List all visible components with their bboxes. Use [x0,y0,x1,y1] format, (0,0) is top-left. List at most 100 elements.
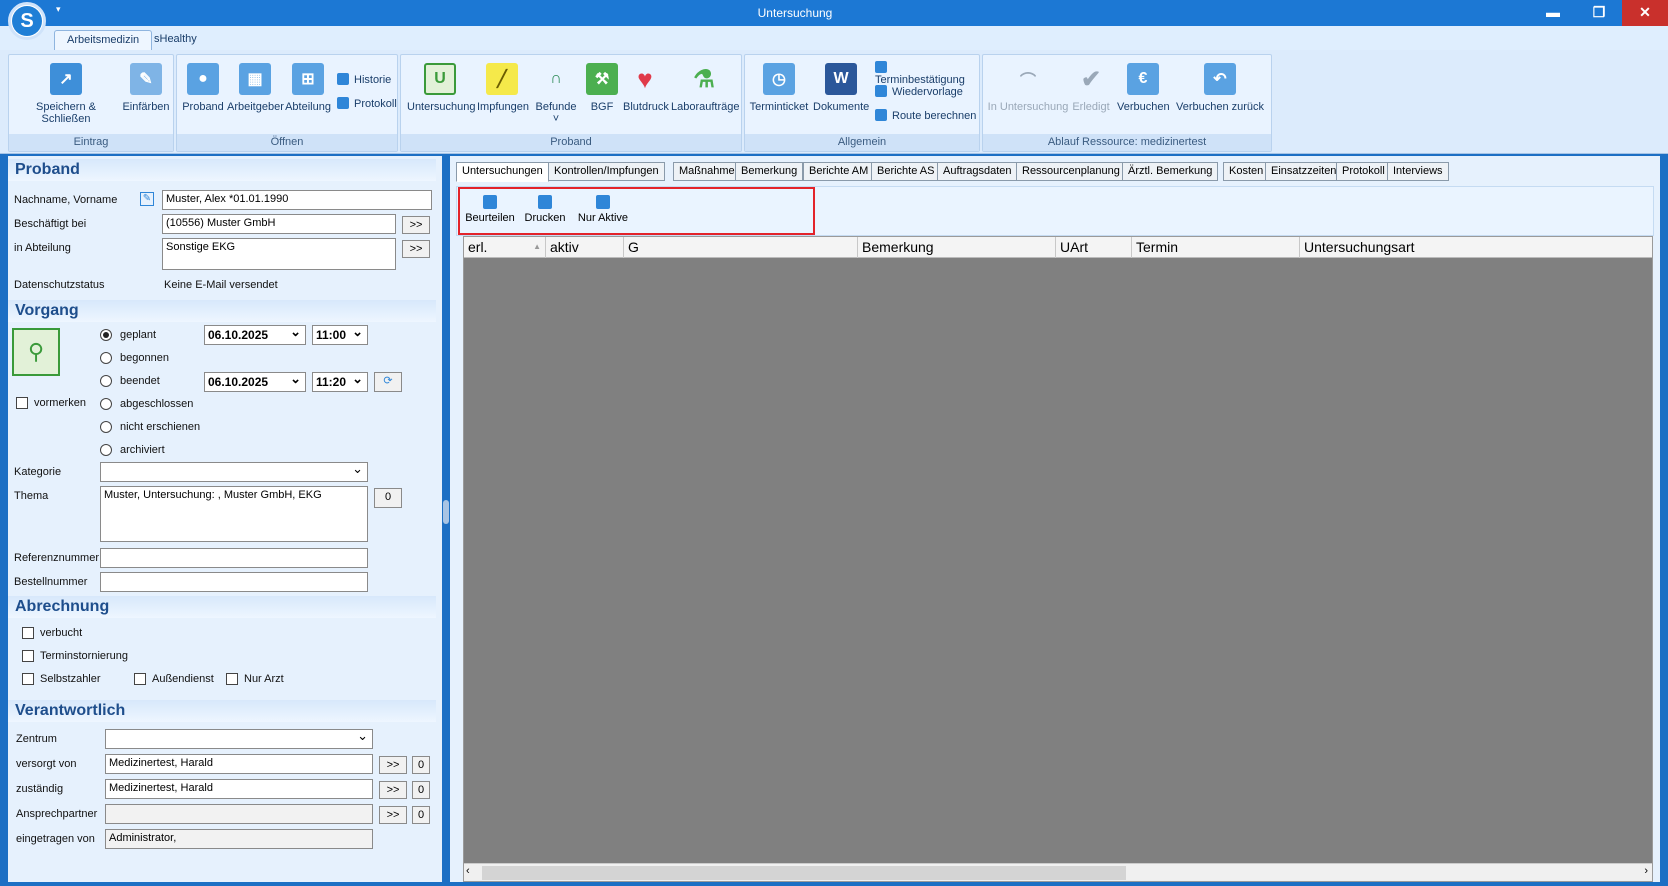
examination-button[interactable]: U Untersuchung [407,63,476,113]
quick-access-dropdown[interactable]: ▾ [56,4,61,15]
planned-time-select[interactable]: 11:00 [312,324,368,345]
column-header-g[interactable]: G [624,237,858,258]
tab-bemerkung[interactable]: Bemerkung [735,162,804,181]
status-radio-closed[interactable] [100,398,112,410]
lab-orders-button[interactable]: ⚗ Laboraufträge [671,63,740,114]
status-label: archiviert [120,444,165,456]
horizontal-scrollbar[interactable]: ‹ › [464,863,1652,881]
edit-icon[interactable]: ✎ [140,192,154,206]
tab-berichte-as[interactable]: Berichte AS [871,162,941,181]
status-radio-noshow[interactable] [100,421,112,433]
tab-arbeitsmedizin[interactable]: Arbeitsmedizin [54,30,153,50]
topic-count[interactable]: 0 [374,488,402,508]
column-header-aktiv[interactable]: aktiv [546,237,624,258]
cared-more-button[interactable]: >> [379,756,407,774]
cared-field[interactable]: Medizinertest, Harald [105,754,373,774]
status-radio-ended[interactable] [100,375,112,387]
documents-button[interactable]: W Dokumente [813,63,869,113]
contact-field[interactable] [105,804,373,824]
tab-einsatzzeiten[interactable]: Einsatzzeiten [1265,162,1343,181]
grid-header: erl. ▲ aktiv G Bemerkung UArt Termin Unte… [464,237,1652,258]
center-select[interactable] [105,728,373,749]
ticket-button[interactable]: ◷ Terminticket [749,63,809,113]
booked-checkbox[interactable] [22,627,34,639]
tab-shealthy[interactable]: sHealthy [142,30,209,50]
department-button[interactable]: ⊞ Abteilung [285,63,331,113]
tab-interviews[interactable]: Interviews [1387,162,1449,181]
employer-more-button[interactable]: >> [402,216,430,234]
book-back-button[interactable]: ↶ Verbuchen zurück [1173,63,1267,113]
refresh-button[interactable]: ⟳ [374,372,402,392]
status-radio-planned[interactable] [100,329,112,341]
tab-kontrollen[interactable]: Kontrollen/Impfungen [548,162,665,181]
end-time-select[interactable]: 11:20 [312,371,368,392]
order-field[interactable] [100,572,368,592]
status-radio-archived[interactable] [100,444,112,456]
category-select[interactable] [100,461,368,482]
splitter-handle[interactable] [443,500,449,524]
responsible-field[interactable]: Medizinertest, Harald [105,779,373,799]
doctor-only-label: Nur Arzt [244,673,284,685]
scroll-left-arrow-icon[interactable]: ‹ [466,865,470,877]
contact-count[interactable]: 0 [412,806,430,824]
route-button[interactable]: Route berechnen [875,109,976,122]
tab-protokoll[interactable]: Protokoll [1336,162,1391,181]
bgf-button[interactable]: ⚒ BGF [585,63,619,113]
vaccination-button[interactable]: ╱ Impfungen [477,63,529,113]
contact-more-button[interactable]: >> [379,806,407,824]
reserve-checkbox[interactable] [16,397,28,409]
tab-kosten[interactable]: Kosten [1223,162,1270,181]
dept-more-button[interactable]: >> [402,240,430,258]
employer-field[interactable]: (10556) Muster GmbH [162,214,396,234]
column-header-untersuchungsart[interactable]: Untersuchungsart [1300,237,1652,258]
tab-untersuchungen[interactable]: Untersuchungen [456,162,549,182]
tab-berichte-am[interactable]: Berichte AM [803,162,875,181]
planned-date-picker[interactable]: 06.10.2025 [204,324,306,345]
self-pay-checkbox[interactable] [22,673,34,685]
blood-pressure-button[interactable]: ♥ Blutdruck [623,63,669,114]
confirmation-button[interactable]: Terminbestätigung [875,61,979,86]
close-button[interactable]: ✕ [1622,0,1668,26]
history-button[interactable]: Historie [337,73,391,86]
in-examination-button[interactable]: ⌒ In Untersuchung [987,63,1069,113]
group-label: Ablauf Ressource: medizinertest [983,134,1271,151]
done-button[interactable]: ✔ Erledigt [1071,63,1111,114]
topic-field[interactable]: Muster, Untersuchung: , Muster GmbH, EKG [100,486,368,542]
column-header-termin[interactable]: Termin [1132,237,1300,258]
status-radio-started[interactable] [100,352,112,364]
app-logo[interactable]: S [8,2,46,40]
colorize-button[interactable]: ✎ Einfärben [121,63,171,113]
save-close-button[interactable]: ↗ Speichern & Schließen [15,63,117,125]
scroll-right-arrow-icon[interactable]: › [1644,865,1648,877]
privacy-label: Datenschutzstatus [14,279,105,291]
scroll-thumb[interactable] [482,866,1126,880]
maximize-button[interactable]: ❐ [1576,0,1622,26]
findings-button[interactable]: ∩ Befunde ˅ [531,63,581,125]
tab-auftragsdaten[interactable]: Auftragsdaten [937,162,1018,181]
responsible-count[interactable]: 0 [412,781,430,799]
proband-button[interactable]: ● Proband [181,63,225,113]
protocol-label: Protokoll [354,98,397,110]
minimize-button[interactable]: ▬ [1530,0,1576,26]
tab-ressourcenplanung[interactable]: Ressourcenplanung [1016,162,1126,181]
name-field[interactable]: Muster, Alex *01.01.1990 [162,190,432,210]
tab-aerztl-bemerkung[interactable]: Ärztl. Bemerkung [1122,162,1219,181]
end-date-picker[interactable]: 06.10.2025 [204,371,306,392]
exam-grid[interactable]: erl. ▲ aktiv G Bemerkung UArt Termin Unte… [463,236,1653,882]
column-header-erl[interactable]: erl. ▲ [464,237,546,258]
employer-button[interactable]: ▦ Arbeitgeber [227,63,284,113]
column-header-bemerkung[interactable]: Bemerkung [858,237,1056,258]
cancel-checkbox[interactable] [22,650,34,662]
dept-field[interactable]: Sonstige EKG [162,238,396,270]
resubmission-button[interactable]: Wiedervorlage [875,85,963,98]
doctor-only-checkbox[interactable] [226,673,238,685]
field-service-checkbox[interactable] [134,673,146,685]
column-header-uart[interactable]: UArt [1056,237,1132,258]
department-label: Abteilung [285,101,331,113]
location-pin-icon [875,109,887,121]
reference-field[interactable] [100,548,368,568]
book-button[interactable]: € Verbuchen [1117,63,1170,113]
protocol-button[interactable]: Protokoll [337,97,397,110]
cared-count[interactable]: 0 [412,756,430,774]
responsible-more-button[interactable]: >> [379,781,407,799]
